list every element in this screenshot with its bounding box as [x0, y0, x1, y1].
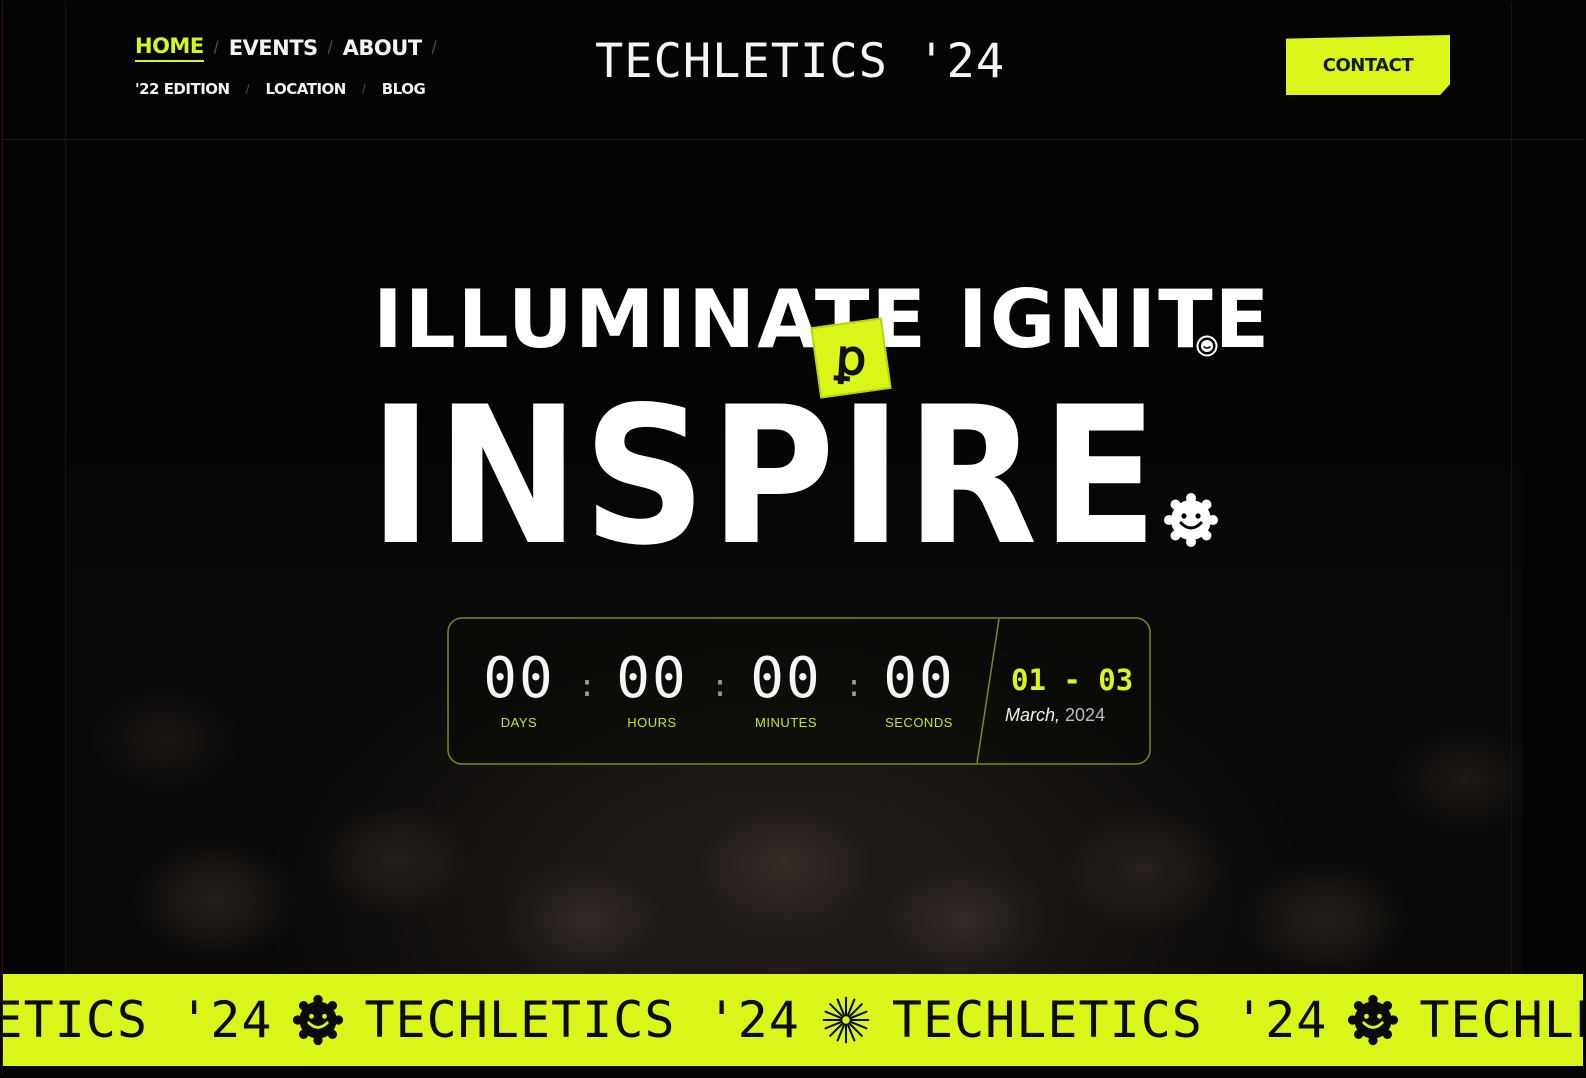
countdown-days: 00 DAYS [469, 646, 569, 731]
nav-separator: / [327, 37, 333, 58]
nav-home[interactable]: HOME [135, 34, 204, 62]
marquee-text: TECHLETICS '24 [891, 991, 1328, 1049]
nav-separator: / [213, 37, 219, 58]
small-smiley-icon [1196, 335, 1218, 357]
starburst-icon [822, 996, 870, 1044]
minutes-value: 00 [750, 646, 822, 711]
nav-location[interactable]: LOCATION [265, 80, 346, 98]
event-month-year: March, 2024 [1005, 705, 1105, 726]
countdown-seconds: 00 SECONDS [869, 646, 969, 731]
days-label: DAYS [500, 715, 538, 730]
event-date-range: 01 - 03 [1011, 663, 1134, 697]
header-divider [3, 139, 1583, 140]
secondary-nav: '22 EDITION / LOCATION / BLOG [135, 80, 426, 98]
marquee-banner: TECHLETICS '24 TECHLETICS '24 [3, 974, 1583, 1066]
grid-line [65, 2, 66, 982]
nav-separator: / [361, 81, 366, 97]
smiley-sun-icon [293, 994, 344, 1046]
contact-button[interactable]: CONTACT [1286, 35, 1450, 95]
colon-separator: : [845, 669, 864, 704]
page: HOME / EVENTS / ABOUT / '22 EDITION / LO… [2, 2, 1583, 1074]
nav-separator: / [431, 37, 437, 58]
minutes-label: MINUTES [755, 715, 817, 730]
colon-separator: : [578, 669, 597, 704]
event-year: 2024 [1065, 705, 1106, 725]
hero-headline-main: INSPIRE [369, 366, 1162, 587]
hours-value: 00 [616, 646, 688, 711]
hours-label: HOURS [627, 715, 677, 730]
marquee-text: TECHLETICS '24 [3, 991, 273, 1049]
seconds-value: 00 [883, 646, 955, 711]
nav-22-edition[interactable]: '22 EDITION [135, 80, 230, 98]
marquee-text: TECHLETICS '24 [364, 991, 800, 1049]
nav-blog[interactable]: BLOG [382, 80, 426, 98]
marquee-text: TECHLETICS '24 [1419, 991, 1583, 1049]
site-logo[interactable]: TECHLETICS '24 [595, 38, 1005, 85]
grid-line [1511, 2, 1512, 982]
event-month: March, [1005, 705, 1061, 725]
seconds-label: SECONDS [885, 715, 953, 730]
nav-separator: / [245, 81, 250, 97]
marquee-track: TECHLETICS '24 TECHLETICS '24 [3, 974, 1583, 1066]
countdown-hours: 00 HOURS [602, 646, 702, 731]
smiley-sun-icon [1348, 994, 1399, 1046]
colon-separator: : [711, 669, 730, 704]
primary-nav: HOME / EVENTS / ABOUT / [135, 34, 447, 62]
countdown-timer: 00 DAYS : 00 HOURS : 00 MINUTES : 00 SEC… [447, 617, 1151, 765]
smiley-sun-icon [1164, 493, 1218, 547]
nav-about[interactable]: ABOUT [343, 36, 423, 60]
days-value: 00 [483, 646, 555, 711]
countdown-minutes: 00 MINUTES [736, 646, 836, 731]
nav-events[interactable]: EVENTS [229, 36, 318, 60]
